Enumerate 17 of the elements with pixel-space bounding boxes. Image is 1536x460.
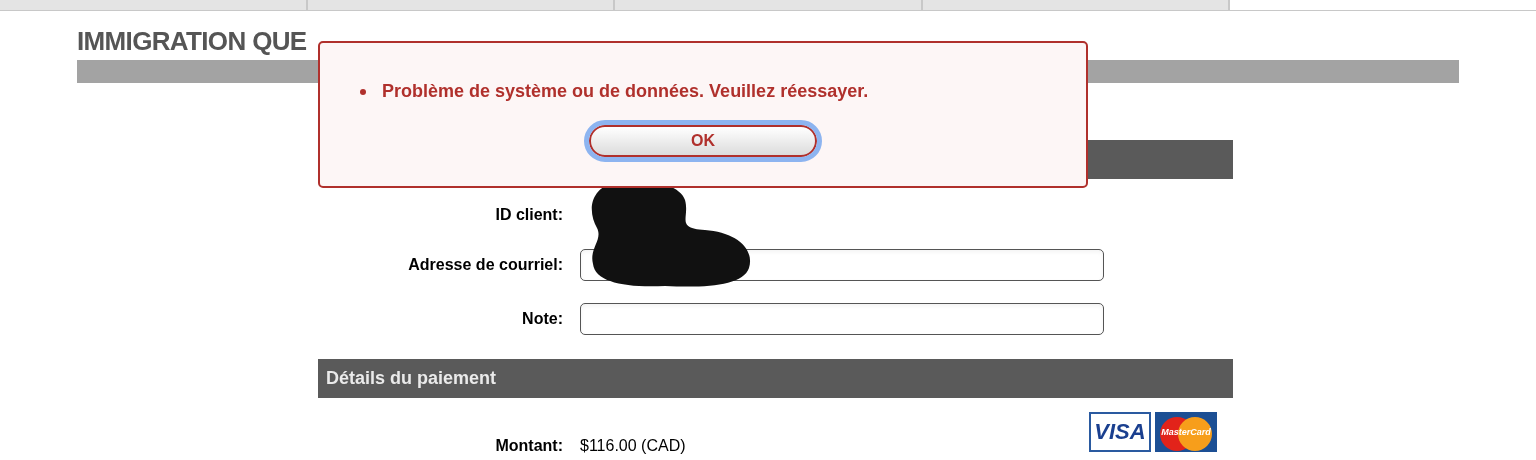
- browser-tab[interactable]: [922, 0, 1229, 10]
- field-label: Montant:: [494, 436, 564, 456]
- amount-value: $116.00 (CAD): [580, 436, 686, 456]
- field-label: ID client:: [494, 205, 564, 225]
- section-header: Détails du paiement: [318, 359, 1233, 398]
- field-label: Note:: [521, 309, 564, 329]
- visa-logo: VISA: [1089, 412, 1151, 452]
- input-field[interactable]: [580, 303, 1104, 335]
- bullet-icon: [360, 88, 366, 95]
- error-message: Problème de système ou de données. Veuillez réessayer.: [382, 80, 869, 103]
- browser-tab[interactable]: [0, 0, 306, 10]
- site-title: IMMIGRATION QUE: [77, 26, 308, 56]
- browser-tab[interactable]: [307, 0, 614, 10]
- field-label: Adresse de courriel:: [407, 255, 564, 275]
- mastercard-logo: MasterCard: [1155, 412, 1217, 452]
- browser-tab[interactable]: [1230, 0, 1536, 10]
- browser-tab[interactable]: [615, 0, 921, 10]
